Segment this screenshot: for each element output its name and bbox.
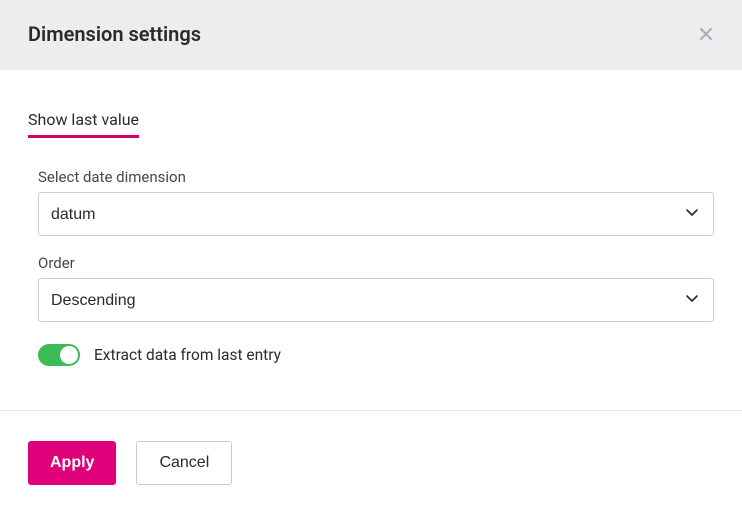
label-date-dimension: Select date dimension — [38, 168, 714, 186]
label-extract: Extract data from last entry — [94, 346, 281, 364]
toggle-extract[interactable] — [38, 344, 80, 366]
dialog-header: Dimension settings — [0, 0, 742, 70]
cancel-button[interactable]: Cancel — [136, 441, 232, 485]
dialog-title: Dimension settings — [28, 22, 201, 46]
tabs: Show last value — [28, 110, 714, 138]
dialog-body: Show last value Select date dimension da… — [0, 70, 742, 410]
label-order: Order — [38, 254, 714, 272]
close-icon[interactable] — [698, 26, 714, 42]
dialog-footer: Apply Cancel — [0, 410, 742, 515]
toggle-knob — [60, 346, 78, 364]
apply-button[interactable]: Apply — [28, 441, 116, 485]
select-date-dimension[interactable]: datum — [38, 192, 714, 236]
tab-show-last-value[interactable]: Show last value — [28, 110, 139, 138]
field-extract: Extract data from last entry — [38, 344, 714, 366]
field-order: Order Descending — [38, 254, 714, 322]
select-order[interactable]: Descending — [38, 278, 714, 322]
field-date-dimension: Select date dimension datum — [38, 168, 714, 236]
